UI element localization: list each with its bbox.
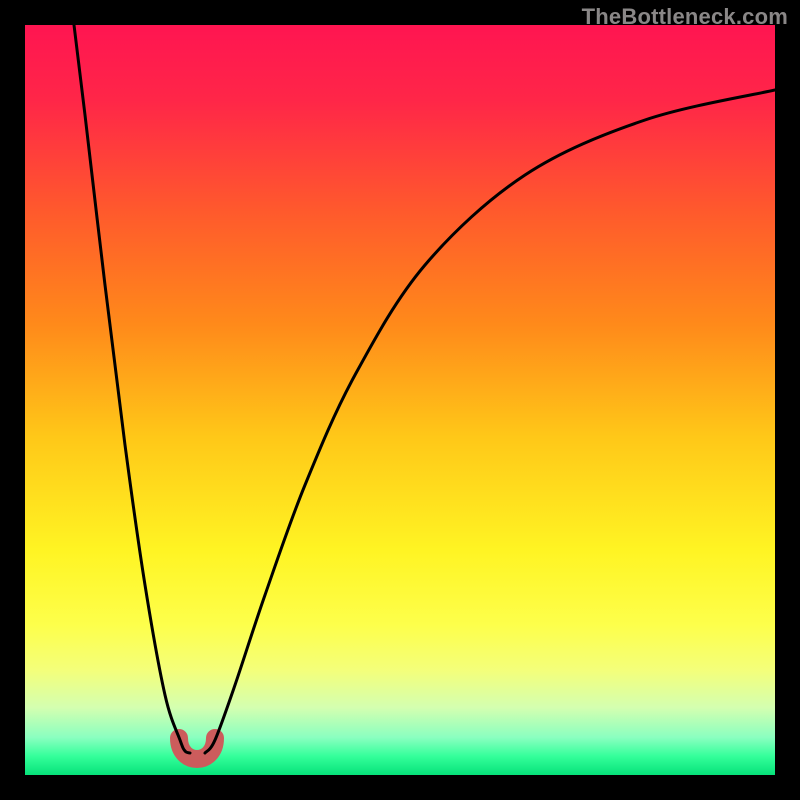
plot-area	[25, 25, 775, 775]
left-branch-line	[74, 25, 190, 753]
outer-frame: TheBottleneck.com	[0, 0, 800, 800]
curve-layer	[25, 25, 775, 775]
right-branch-line	[205, 90, 775, 753]
